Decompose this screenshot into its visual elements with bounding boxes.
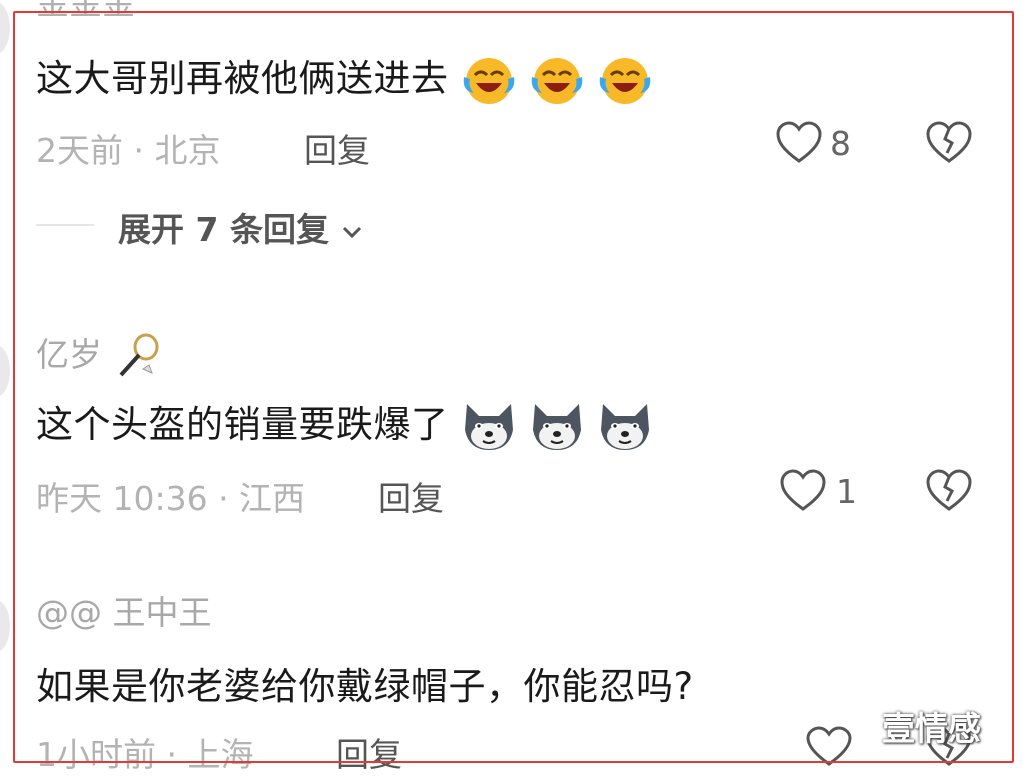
highlight-frame xyxy=(13,11,1014,763)
avatar[interactable] xyxy=(0,2,10,54)
avatar[interactable] xyxy=(0,600,10,652)
avatar[interactable] xyxy=(0,345,10,397)
